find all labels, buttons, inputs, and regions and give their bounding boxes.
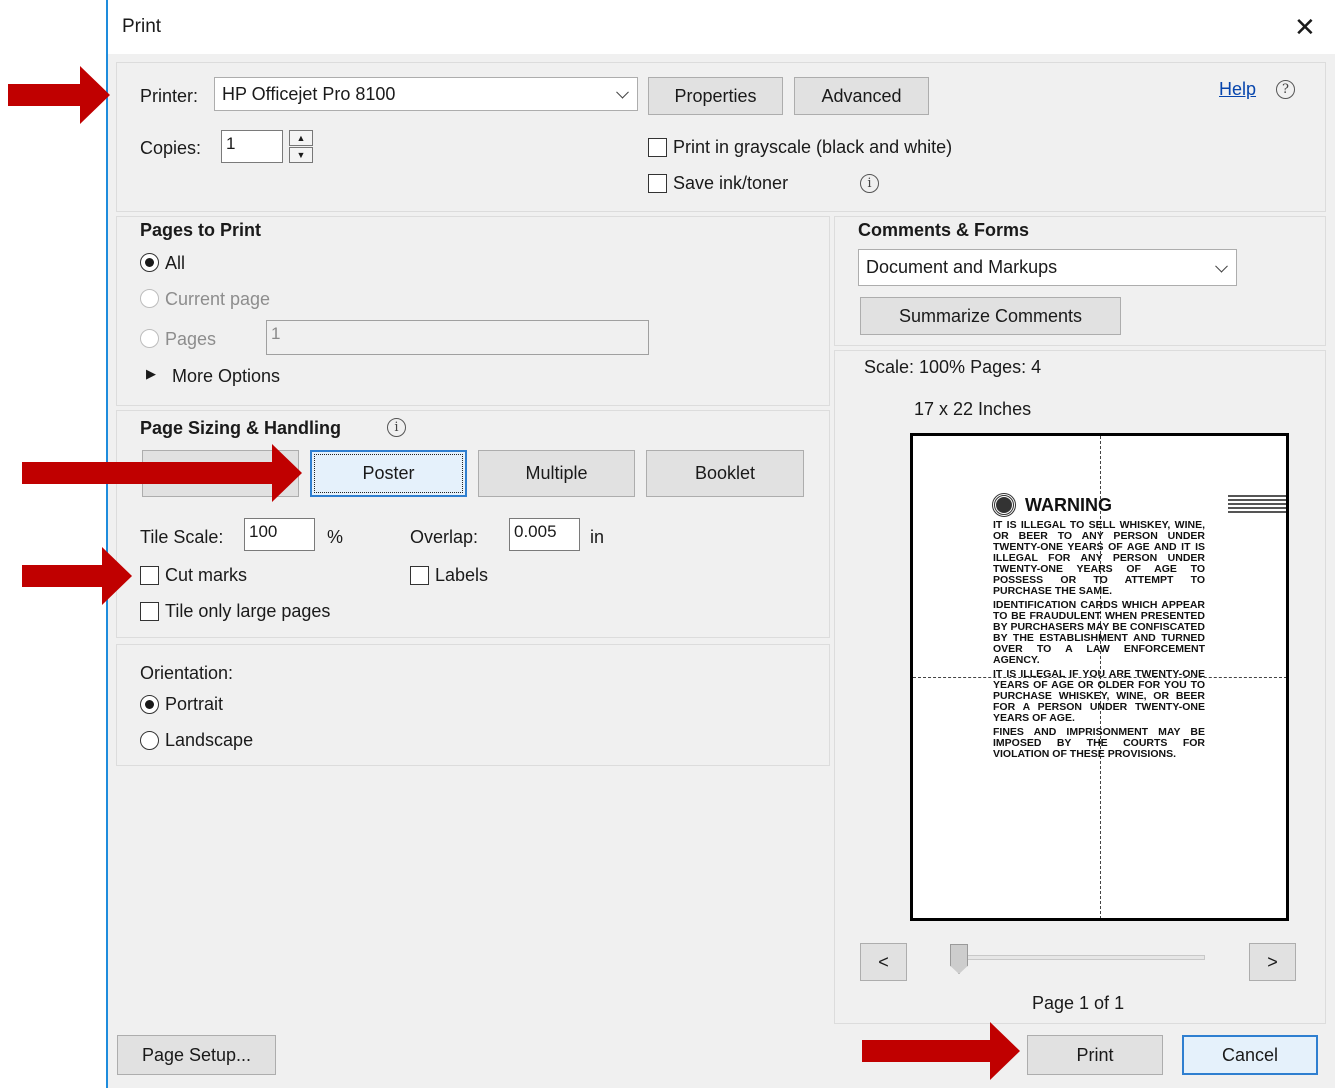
orientation-heading: Orientation:	[140, 663, 234, 683]
overlap-unit: in	[590, 527, 605, 547]
warning-document: WARNING IT IS ILLEGAL TO SELL WHISKEY, W…	[992, 493, 1286, 760]
warning-paragraph-1: IT IS ILLEGAL TO SELL WHISKEY, WINE, OR …	[993, 519, 1205, 597]
prev-page-button[interactable]: <	[860, 943, 907, 981]
annotation-arrow-icon	[862, 1022, 1020, 1080]
chevron-down-icon	[616, 85, 629, 99]
title-bar	[108, 0, 1335, 54]
page-indicator: Page 1 of 1	[1032, 993, 1125, 1013]
comments-forms-value: Document and Markups	[866, 257, 1058, 277]
fine-print-block	[1228, 495, 1286, 515]
poster-button[interactable]: Poster	[310, 450, 467, 497]
tile-scale-input[interactable]: 100	[244, 518, 315, 551]
overlap-label: Overlap:	[410, 527, 479, 547]
preview-scale-text: Scale: 100% Pages: 4	[864, 357, 1042, 377]
close-icon[interactable]: ✕	[1294, 12, 1316, 42]
overlap-input[interactable]: 0.005	[509, 518, 580, 551]
warning-paragraph-2: IDENTIFICATION CARDS WHICH APPEAR TO BE …	[993, 599, 1205, 666]
tile-large-checkbox[interactable]	[140, 602, 159, 621]
printer-label: Printer:	[140, 86, 199, 106]
preview-size-text: 17 x 22 Inches	[914, 399, 1032, 419]
copies-stepper[interactable]: ▲ ▼	[289, 130, 313, 163]
current-page-label: Current page	[165, 289, 271, 309]
portrait-radio[interactable]	[140, 695, 159, 714]
landscape-radio[interactable]	[140, 731, 159, 750]
window-title: Print	[122, 16, 162, 37]
pages-range-input[interactable]: 1	[266, 320, 649, 355]
printer-select[interactable]: HP Officejet Pro 8100	[214, 77, 638, 111]
current-page-radio[interactable]	[140, 289, 159, 308]
tile-scale-label: Tile Scale:	[140, 527, 224, 547]
info-icon[interactable]: i	[860, 174, 879, 193]
more-options-toggle[interactable]: More Options	[172, 366, 280, 387]
grayscale-label: Print in grayscale (black and white)	[673, 137, 953, 157]
tile-large-label: Tile only large pages	[165, 601, 331, 621]
comments-forms-heading: Comments & Forms	[858, 220, 1030, 240]
page-preview: WARNING IT IS ILLEGAL TO SELL WHISKEY, W…	[910, 433, 1289, 921]
properties-button[interactable]: Properties	[648, 77, 783, 115]
help-question-icon[interactable]: ?	[1276, 80, 1295, 99]
pages-to-print-heading: Pages to Print	[140, 220, 262, 240]
advanced-button[interactable]: Advanced	[794, 77, 929, 115]
annotation-arrow-icon	[8, 66, 110, 124]
chevron-down-icon	[1215, 259, 1228, 273]
pages-radio[interactable]	[140, 329, 159, 348]
copies-input[interactable]: 1	[221, 130, 283, 163]
tile-scale-unit: %	[327, 527, 344, 547]
labels-checkbox[interactable]	[410, 566, 429, 585]
booklet-button[interactable]: Booklet	[646, 450, 804, 497]
all-pages-label: All	[165, 253, 186, 273]
landscape-label: Landscape	[165, 730, 254, 750]
stepper-up-icon[interactable]: ▲	[289, 130, 313, 146]
next-page-button[interactable]: >	[1249, 943, 1296, 981]
warning-title: WARNING	[1025, 495, 1112, 515]
printer-select-value: HP Officejet Pro 8100	[222, 83, 396, 104]
warning-paragraph-4: FINES AND IMPRISONMENT MAY BE IMPOSED BY…	[993, 726, 1205, 760]
page-slider-track[interactable]	[952, 955, 1205, 960]
pages-label: Pages	[165, 329, 217, 349]
cut-marks-label: Cut marks	[165, 565, 248, 585]
cancel-button[interactable]: Cancel	[1182, 1035, 1318, 1075]
seal-icon	[992, 493, 1016, 517]
save-ink-checkbox[interactable]	[648, 174, 667, 193]
save-ink-label: Save ink/toner	[673, 173, 789, 193]
summarize-comments-button[interactable]: Summarize Comments	[860, 297, 1121, 335]
annotation-arrow-icon	[22, 444, 302, 502]
info-icon[interactable]: i	[387, 418, 406, 437]
warning-paragraph-3: IT IS ILLEGAL IF YOU ARE TWENTY-ONE YEAR…	[993, 668, 1205, 724]
copies-label: Copies:	[140, 138, 202, 158]
help-link[interactable]: Help	[1219, 79, 1256, 100]
annotation-arrow-icon	[22, 547, 132, 605]
portrait-label: Portrait	[165, 694, 224, 714]
page-setup-button[interactable]: Page Setup...	[117, 1035, 276, 1075]
page-sizing-heading: Page Sizing & Handling	[140, 418, 342, 438]
multiple-button[interactable]: Multiple	[478, 450, 635, 497]
expand-triangle-icon[interactable]: ▶	[146, 366, 156, 382]
labels-label: Labels	[435, 565, 489, 585]
grayscale-checkbox[interactable]	[648, 138, 667, 157]
print-button[interactable]: Print	[1027, 1035, 1163, 1075]
comments-forms-select[interactable]: Document and Markups	[858, 249, 1237, 286]
cut-marks-checkbox[interactable]	[140, 566, 159, 585]
all-pages-radio[interactable]	[140, 253, 159, 272]
stepper-down-icon[interactable]: ▼	[289, 147, 313, 163]
